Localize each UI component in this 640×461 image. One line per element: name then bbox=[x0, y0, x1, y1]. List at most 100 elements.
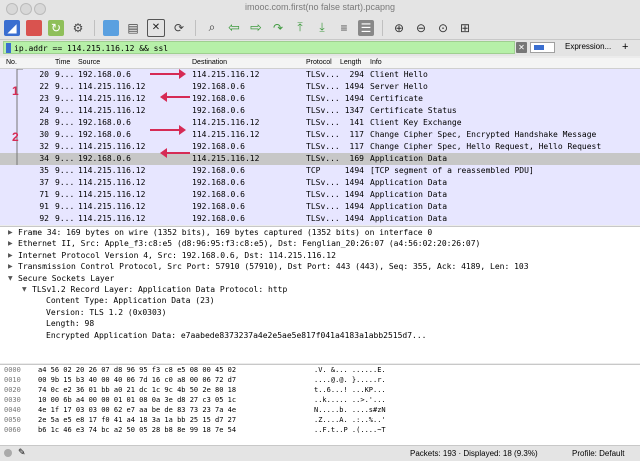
zoom-out-icon[interactable]: ⊖ bbox=[413, 20, 429, 36]
packet-source: 114.215.116.12 bbox=[78, 82, 146, 91]
zoom-reset-icon[interactable]: ⊙ bbox=[435, 20, 451, 36]
table-row[interactable]: 71 9... 114.215.116.12 192.168.0.6 TLSv... 14… bbox=[0, 189, 640, 201]
detail-tree-item[interactable]: Encrypted Application Data: e7aabede8373… bbox=[0, 330, 640, 341]
packet-length: 1494 bbox=[344, 82, 364, 91]
column-header-no[interactable]: No. bbox=[6, 59, 17, 66]
packet-source: 114.215.116.12 bbox=[78, 106, 146, 115]
table-row[interactable]: 32 9... 114.215.116.12 192.168.0.6 TLSv... 11… bbox=[0, 141, 640, 153]
detail-text: Length: 98 bbox=[46, 319, 95, 329]
table-row[interactable]: 28 9... 192.168.0.6 114.215.116.12 TLSv... 14… bbox=[0, 117, 640, 129]
column-header-info[interactable]: Info bbox=[370, 59, 382, 66]
table-row[interactable]: 37 9... 114.215.116.12 192.168.0.6 TLSv... 14… bbox=[0, 177, 640, 189]
collapsed-triangle-icon[interactable]: ▶ bbox=[8, 227, 13, 238]
detail-text: Transmission Control Protocol, Src Port:… bbox=[18, 262, 529, 272]
packet-number: 23 bbox=[39, 94, 49, 103]
column-header-destination[interactable]: Destination bbox=[192, 59, 227, 66]
column-header-source[interactable]: Source bbox=[78, 59, 100, 66]
detail-text: Secure Sockets Layer bbox=[18, 273, 115, 283]
zoom-in-icon[interactable]: ⊕ bbox=[391, 20, 407, 36]
shark-fin-icon[interactable]: ◢ bbox=[4, 19, 20, 36]
detail-tree-item[interactable]: ▶ Transmission Control Protocol, Src Port… bbox=[0, 261, 640, 272]
hex-row[interactable]: 0020 74 0c e2 36 01 bb a0 21 dc 1c 9c 4b … bbox=[0, 385, 640, 395]
back-arrow-icon[interactable]: ⇦ bbox=[226, 19, 242, 36]
detail-tree-item[interactable]: ▶ Frame 34: 169 bytes on wire (1352 bits)… bbox=[0, 227, 640, 238]
clear-filter-icon[interactable]: ✕ bbox=[516, 42, 527, 53]
hex-row[interactable]: 0030 10 00 6b a4 00 00 01 01 08 0a 3e d8 … bbox=[0, 395, 640, 405]
edit-comment-icon[interactable]: ✎ bbox=[18, 447, 26, 458]
bookmark-icon[interactable] bbox=[6, 43, 11, 53]
expanded-triangle-icon[interactable]: ▼ bbox=[8, 273, 13, 284]
last-packet-icon[interactable]: ⤓ bbox=[314, 20, 330, 36]
goto-packet-icon[interactable]: ↷ bbox=[270, 20, 286, 36]
packet-length: 1494 bbox=[344, 178, 364, 187]
packet-destination: 192.168.0.6 bbox=[192, 166, 245, 175]
packet-details-tree: ▶ Frame 34: 169 bytes on wire (1352 bits)… bbox=[0, 226, 640, 363]
table-row[interactable]: 22 9... 114.215.116.12 192.168.0.6 TLSv... 14… bbox=[0, 81, 640, 93]
packet-time: 9... bbox=[55, 82, 75, 91]
table-row[interactable]: 20 9... 192.168.0.6 114.215.116.12 TLSv... 29… bbox=[0, 69, 640, 81]
add-filter-button[interactable]: + bbox=[622, 41, 628, 53]
detail-tree-item[interactable]: Content Type: Application Data (23) bbox=[0, 295, 640, 306]
collapsed-triangle-icon[interactable]: ▶ bbox=[8, 250, 13, 261]
first-packet-icon[interactable]: ⤒ bbox=[292, 20, 308, 36]
packet-time: 9... bbox=[55, 130, 75, 139]
collapsed-triangle-icon[interactable]: ▶ bbox=[8, 261, 13, 272]
column-header-protocol[interactable]: Protocol bbox=[306, 59, 332, 66]
hex-row[interactable]: 0000 a4 56 02 20 26 07 d8 96 95 f3 c8 e5 … bbox=[0, 365, 640, 375]
autoscroll-icon[interactable]: ≡ bbox=[336, 20, 352, 36]
hex-row[interactable]: 0040 4e 1f 17 03 03 00 62 e7 aa be de 83 … bbox=[0, 405, 640, 415]
packet-destination: 192.168.0.6 bbox=[192, 214, 245, 223]
hex-row[interactable]: 0050 2e 5a e5 e8 17 f0 41 a4 18 3a 1a bb … bbox=[0, 415, 640, 425]
expression-button[interactable]: Expression... bbox=[565, 42, 611, 51]
packet-length: 294 bbox=[349, 70, 364, 79]
detail-text: Ethernet II, Src: Apple_f3:c8:e5 (d8:96:… bbox=[18, 239, 481, 249]
colorize-icon[interactable]: ☰ bbox=[358, 19, 374, 36]
table-row[interactable]: 30 9... 192.168.0.6 114.215.116.12 TLSv... 11… bbox=[0, 129, 640, 141]
restart-icon[interactable]: ↻ bbox=[48, 19, 64, 36]
packet-source: 114.215.116.12 bbox=[78, 190, 146, 199]
filter-dropdown-button[interactable] bbox=[530, 42, 555, 53]
packet-time: 9... bbox=[55, 202, 75, 211]
reload-icon[interactable]: ⟳ bbox=[171, 20, 187, 36]
display-filter-input[interactable]: ip.addr == 114.215.116.12 && ssl bbox=[3, 41, 515, 54]
hex-bytes: 10 00 6b a4 00 00 01 01 08 0a 3e d8 27 c… bbox=[38, 396, 237, 404]
find-icon[interactable]: ⌕ bbox=[204, 20, 220, 36]
packet-source: 114.215.116.12 bbox=[78, 178, 146, 187]
column-header-length[interactable]: Length bbox=[340, 59, 361, 66]
expanded-triangle-icon[interactable]: ▼ bbox=[22, 284, 27, 295]
expert-info-icon[interactable] bbox=[4, 449, 12, 457]
packet-info: Application Data bbox=[370, 154, 448, 163]
detail-tree-item[interactable]: ▼ Secure Sockets Layer bbox=[0, 273, 640, 284]
collapsed-triangle-icon[interactable]: ▶ bbox=[8, 238, 13, 249]
column-header-time[interactable]: Time bbox=[55, 59, 70, 66]
packet-time: 9... bbox=[55, 190, 75, 199]
annotation-arrow-left bbox=[160, 148, 190, 158]
packet-info: Certificate Status bbox=[370, 106, 457, 115]
packet-time: 9... bbox=[55, 106, 75, 115]
detail-tree-item[interactable]: ▶ Internet Protocol Version 4, Src: 192.1… bbox=[0, 250, 640, 261]
table-row[interactable]: 24 9... 114.215.116.12 192.168.0.6 TLSv... 13… bbox=[0, 105, 640, 117]
hex-bytes: 74 0c e2 36 01 bb a0 21 dc 1c 9c 4b 50 2… bbox=[38, 386, 237, 394]
resize-columns-icon[interactable]: ⊞ bbox=[457, 20, 473, 36]
hex-row[interactable]: 0060 b6 1c 46 e3 74 bc a2 50 05 28 b8 8e … bbox=[0, 425, 640, 435]
forward-arrow-icon[interactable]: ⇨ bbox=[248, 19, 264, 36]
packet-number: 20 bbox=[39, 70, 49, 79]
table-row[interactable]: 34 9... 192.168.0.6 114.215.116.12 TLSv... 16… bbox=[0, 153, 640, 165]
close-file-icon[interactable]: ✕ bbox=[147, 18, 165, 37]
open-folder-icon[interactable] bbox=[103, 19, 119, 36]
stop-icon[interactable] bbox=[26, 19, 42, 36]
detail-tree-item[interactable]: Length: 98 bbox=[0, 318, 640, 329]
table-row[interactable]: 91 9... 114.215.116.12 192.168.0.6 TLSv... 14… bbox=[0, 201, 640, 213]
hex-row[interactable]: 0010 00 9b 15 b3 40 00 40 06 7d 16 c0 a8 … bbox=[0, 375, 640, 385]
packet-info: Change Cipher Spec, Encrypted Handshake … bbox=[370, 130, 597, 139]
table-row[interactable]: 23 9... 114.215.116.12 192.168.0.6 TLSv... 14… bbox=[0, 93, 640, 105]
table-row[interactable]: 92 9... 114.215.116.12 192.168.0.6 TLSv... 14… bbox=[0, 213, 640, 225]
profile-text[interactable]: Profile: Default bbox=[572, 449, 624, 458]
packet-source: 114.215.116.12 bbox=[78, 166, 146, 175]
table-row[interactable]: 35 9... 114.215.116.12 192.168.0.6 TCP 1494 [T… bbox=[0, 165, 640, 177]
detail-tree-item[interactable]: Version: TLS 1.2 (0x0303) bbox=[0, 307, 640, 318]
save-file-icon[interactable]: ▤ bbox=[125, 20, 141, 36]
detail-tree-item[interactable]: ▼ TLSv1.2 Record Layer: Application Data … bbox=[0, 284, 640, 295]
detail-tree-item[interactable]: ▶ Ethernet II, Src: Apple_f3:c8:e5 (d8:96… bbox=[0, 238, 640, 249]
options-gear-icon[interactable]: ⚙ bbox=[70, 20, 86, 36]
